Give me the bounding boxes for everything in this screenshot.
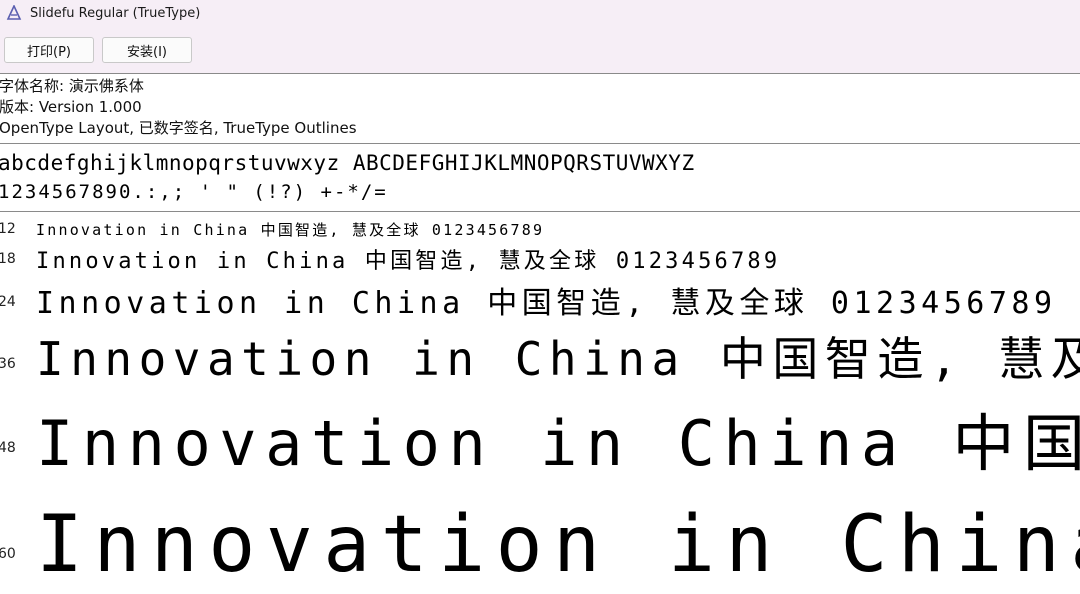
- features-line: OpenType Layout, 已数字签名, TrueType Outline…: [0, 119, 357, 137]
- sample-text: Innovation in China 中国智造, 慧及全球 012345678…: [36, 500, 1080, 590]
- install-button[interactable]: 安装(I): [102, 37, 192, 63]
- divider: [0, 143, 1080, 144]
- sample-text: Innovation in China 中国智造, 慧及全球 012345678…: [36, 407, 1080, 480]
- sample-text: Innovation in China 中国智造, 慧及全球 012345678…: [36, 286, 1057, 321]
- sample-size-label: 24: [0, 294, 16, 310]
- sample-size-label: 60: [0, 546, 16, 562]
- font-name-line: 字体名称: 演示佛系体: [0, 77, 144, 95]
- sample-text: Innovation in China 中国智造, 慧及全球 012345678…: [36, 332, 1080, 386]
- window-title: Slidefu Regular (TrueType): [30, 5, 201, 21]
- character-set-preview: abcdefghijklmnopqrstuvwxyz ABCDEFGHIJKLM…: [0, 148, 695, 206]
- version-line: 版本: Version 1.000: [0, 98, 142, 116]
- print-button[interactable]: 打印(P): [4, 37, 94, 63]
- sample-size-label: 36: [0, 356, 16, 372]
- sample-size-label: 48: [0, 440, 16, 456]
- charset-letters: abcdefghijklmnopqrstuvwxyz ABCDEFGHIJKLM…: [0, 151, 695, 175]
- font-info: 字体名称: 演示佛系体 版本: Version 1.000 OpenType L…: [0, 76, 357, 139]
- font-viewer-app-icon: [6, 5, 22, 20]
- toolbar: 打印(P) 安装(I): [0, 26, 1080, 74]
- sample-text: Innovation in China 中国智造, 慧及全球 012345678…: [36, 249, 781, 274]
- sample-text: Innovation in China 中国智造, 慧及全球 012345678…: [36, 221, 545, 239]
- sample-size-label: 18: [0, 251, 16, 267]
- sample-size-label: 12: [0, 221, 16, 237]
- divider: [0, 211, 1080, 212]
- title-bar: Slidefu Regular (TrueType): [0, 0, 1080, 26]
- charset-symbols: 1234567890.:,; ' " (!?) +-*/=: [0, 181, 388, 203]
